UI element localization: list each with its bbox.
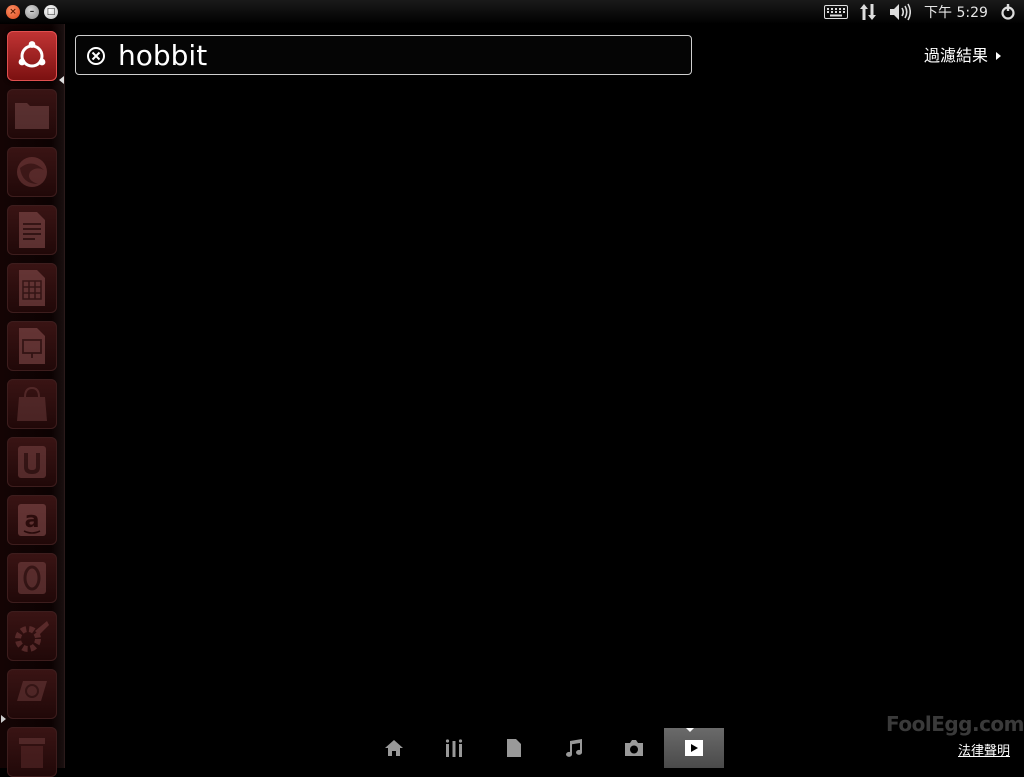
impress-icon[interactable] xyxy=(7,321,57,371)
photos-lens-icon[interactable] xyxy=(604,728,664,768)
sound-icon[interactable] xyxy=(888,0,912,24)
firefox-icon[interactable] xyxy=(7,147,57,197)
writer-icon[interactable] xyxy=(7,205,57,255)
applications-lens-icon[interactable] xyxy=(424,728,484,768)
network-icon[interactable] xyxy=(856,0,880,24)
session-gear-icon[interactable] xyxy=(996,0,1020,24)
watermark: FoolEgg.com xyxy=(886,712,1024,736)
clock[interactable]: 下午 5:29 xyxy=(920,0,992,24)
top-panel: × – □ 下午 5:29 xyxy=(0,0,1024,24)
files-lens-icon[interactable] xyxy=(484,728,544,768)
files-icon[interactable] xyxy=(7,89,57,139)
trash-icon[interactable] xyxy=(7,727,57,777)
keyboard-icon[interactable] xyxy=(822,0,850,24)
filter-results-toggle[interactable]: 過濾結果 xyxy=(924,46,1002,66)
video-lens-icon[interactable] xyxy=(664,728,724,768)
software-center-icon[interactable] xyxy=(7,379,57,429)
active-lens-indicator xyxy=(686,728,694,732)
filter-results-label: 過濾結果 xyxy=(924,46,989,65)
maximize-window-button[interactable]: □ xyxy=(44,5,58,19)
launcher: a xyxy=(0,24,65,777)
svg-text:a: a xyxy=(25,508,40,533)
lens-bar xyxy=(364,728,724,768)
search-box[interactable]: hobbit xyxy=(75,35,692,75)
ubuntu-one-music-icon[interactable] xyxy=(7,553,57,603)
amazon-icon[interactable]: a xyxy=(7,495,57,545)
clear-search-icon[interactable] xyxy=(86,46,106,66)
results-area xyxy=(66,84,1024,724)
chevron-right-icon xyxy=(996,52,1002,60)
active-launcher-pointer xyxy=(59,76,64,84)
workspace-switcher-icon[interactable] xyxy=(7,669,57,719)
ubuntu-one-icon[interactable] xyxy=(7,437,57,487)
dash-home-button[interactable] xyxy=(7,31,57,81)
system-settings-icon[interactable] xyxy=(7,611,57,661)
home-lens-icon[interactable] xyxy=(364,728,424,768)
search-input[interactable]: hobbit xyxy=(118,38,678,74)
running-app-pointer xyxy=(1,715,6,723)
close-window-button[interactable]: × xyxy=(6,5,20,19)
music-lens-icon[interactable] xyxy=(544,728,604,768)
legal-notice-link[interactable]: 法律聲明 xyxy=(958,740,1010,759)
minimize-window-button[interactable]: – xyxy=(25,5,39,19)
calc-icon[interactable] xyxy=(7,263,57,313)
